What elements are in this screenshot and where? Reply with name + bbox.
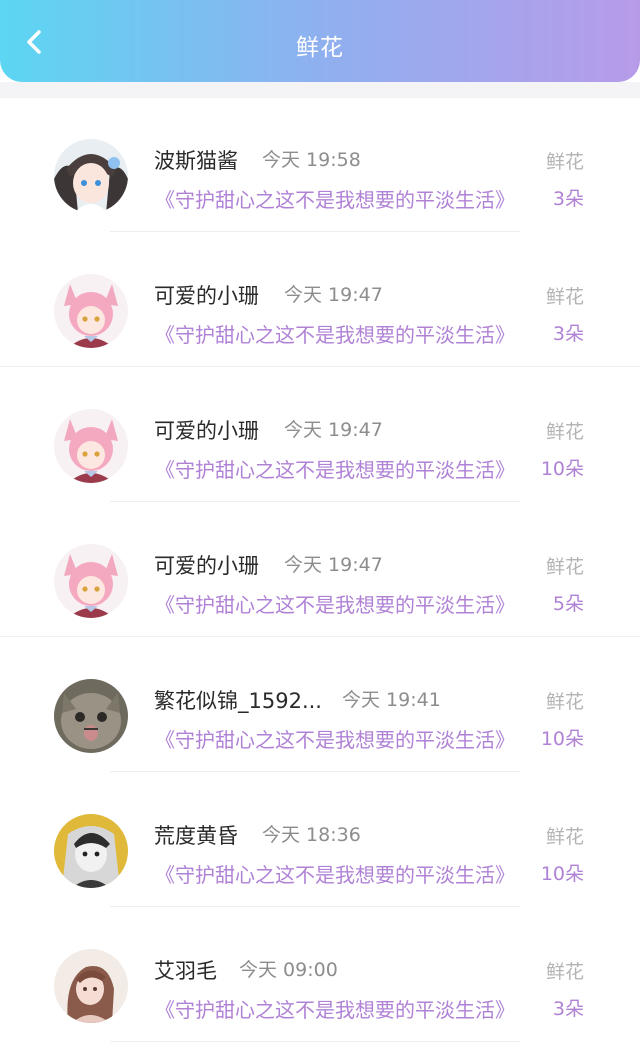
book-title[interactable]: 《守护甜心之这不是我想要的平淡生活》 <box>155 454 533 483</box>
avatar[interactable] <box>54 679 128 753</box>
gift-time: 今天 19:41 <box>342 689 441 711</box>
gift-type-label: 鲜花 <box>545 556 584 578</box>
gift-type-label: 鲜花 <box>545 286 584 308</box>
gift-count: 3朵 <box>552 188 584 210</box>
gift-type-label: 鲜花 <box>545 421 584 443</box>
gift-type-label: 鲜花 <box>545 151 584 173</box>
gift-time: 今天 19:47 <box>284 554 383 576</box>
user-name: 可爱的小珊 <box>154 419 259 443</box>
book-title[interactable]: 《守护甜心之这不是我想要的平淡生活》 <box>155 184 533 213</box>
row-divider <box>110 501 520 502</box>
list-item[interactable]: 艾羽毛 今天 09:00 《守护甜心之这不是我想要的平淡生活》 鲜花 3朵 <box>0 908 640 1043</box>
avatar[interactable] <box>54 274 128 348</box>
gift-time: 今天 19:58 <box>262 149 361 171</box>
list-item[interactable]: 可爱的小珊 今天 19:47 《守护甜心之这不是我想要的平淡生活》 鲜花 3朵 <box>0 233 640 368</box>
list-item[interactable]: 荒度黄昏 今天 18:36 《守护甜心之这不是我想要的平淡生活》 鲜花 10朵 <box>0 773 640 908</box>
gift-time: 今天 19:47 <box>284 284 383 306</box>
gift-time: 今天 09:00 <box>239 959 338 981</box>
list-item[interactable]: 可爱的小珊 今天 19:47 《守护甜心之这不是我想要的平淡生活》 鲜花 10朵 <box>0 368 640 503</box>
row-divider <box>110 906 520 907</box>
avatar[interactable] <box>54 814 128 888</box>
gift-count: 3朵 <box>552 323 584 345</box>
gift-type-label: 鲜花 <box>545 826 584 848</box>
row-divider <box>110 771 520 772</box>
row-divider <box>110 1041 520 1042</box>
gift-list: 波斯猫酱 今天 19:58 《守护甜心之这不是我想要的平淡生活》 鲜花 3朵 可… <box>0 98 640 1043</box>
header-spacer <box>0 82 640 98</box>
user-name: 荒度黄昏 <box>154 824 238 848</box>
book-title[interactable]: 《守护甜心之这不是我想要的平淡生活》 <box>155 724 533 753</box>
list-item[interactable]: 波斯猫酱 今天 19:58 《守护甜心之这不是我想要的平淡生活》 鲜花 3朵 <box>0 98 640 233</box>
avatar[interactable] <box>54 949 128 1023</box>
row-divider <box>110 231 520 232</box>
gift-count: 10朵 <box>540 458 584 480</box>
book-title[interactable]: 《守护甜心之这不是我想要的平淡生活》 <box>155 589 533 618</box>
gift-count: 10朵 <box>540 728 584 750</box>
gift-count: 10朵 <box>540 863 584 885</box>
user-name: 可爱的小珊 <box>154 284 259 308</box>
gift-type-label: 鲜花 <box>545 691 584 713</box>
avatar[interactable] <box>54 544 128 618</box>
book-title[interactable]: 《守护甜心之这不是我想要的平淡生活》 <box>155 859 533 888</box>
user-name: 波斯猫酱 <box>154 149 238 173</box>
avatar[interactable] <box>54 139 128 213</box>
row-divider <box>0 366 640 367</box>
user-name: 可爱的小珊 <box>154 554 259 578</box>
gift-type-label: 鲜花 <box>545 961 584 983</box>
gift-time: 今天 18:36 <box>262 824 361 846</box>
row-divider <box>0 636 640 637</box>
gift-count: 3朵 <box>552 998 584 1020</box>
top-bar: 鲜花 <box>0 0 640 82</box>
gift-count: 5朵 <box>552 593 584 615</box>
user-name: 艾羽毛 <box>154 959 217 983</box>
page-title: 鲜花 <box>296 35 344 61</box>
gift-time: 今天 19:47 <box>284 419 383 441</box>
avatar[interactable] <box>54 409 128 483</box>
list-item[interactable]: 繁花似锦_1592... 今天 19:41 《守护甜心之这不是我想要的平淡生活》… <box>0 638 640 773</box>
list-item[interactable]: 可爱的小珊 今天 19:47 《守护甜心之这不是我想要的平淡生活》 鲜花 5朵 <box>0 503 640 638</box>
book-title[interactable]: 《守护甜心之这不是我想要的平淡生活》 <box>155 319 533 348</box>
user-name: 繁花似锦_1592... <box>154 689 322 713</box>
book-title[interactable]: 《守护甜心之这不是我想要的平淡生活》 <box>155 994 533 1023</box>
